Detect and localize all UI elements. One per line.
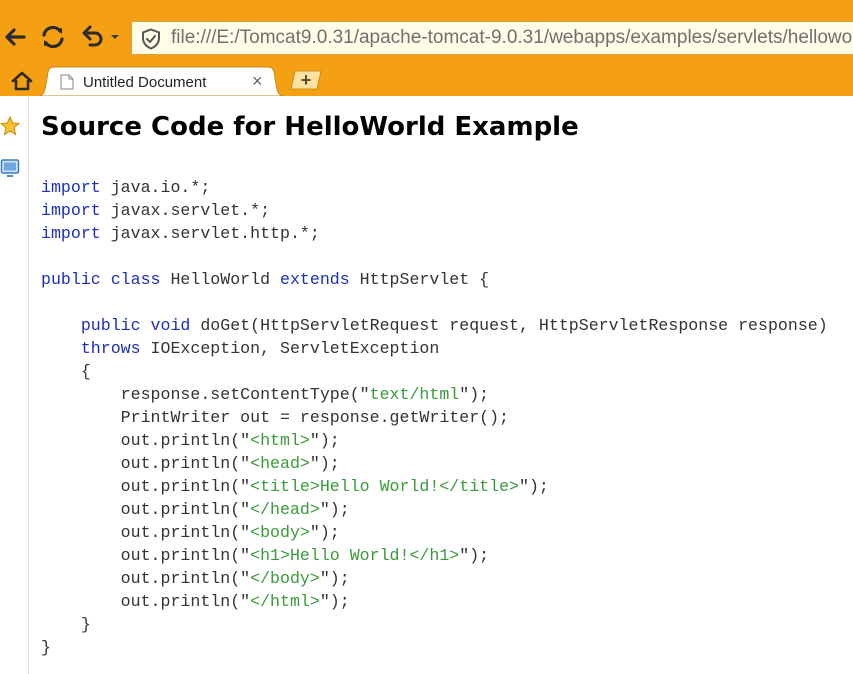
code-text: response.setContentType(" [41,385,370,404]
back-button[interactable] [0,20,30,54]
code-text: "); [319,592,350,611]
code-line: import javax.servlet.http.*; [41,222,828,245]
code-line: import java.io.*; [41,176,828,199]
favorites-button[interactable] [0,115,21,136]
code-text: java.io.*; [100,178,211,197]
code-text: IOException, ServletException [140,339,440,358]
code-text: "); [319,500,350,519]
code-text: javax.servlet.http.*; [100,224,320,243]
code-keyword: public void [80,316,191,335]
code-line: } [41,613,828,636]
code-string: </body> [250,569,320,588]
code-string: <title>Hello World!</title> [250,477,519,496]
code-text: "); [319,569,350,588]
code-string: <h1>Hello World!</h1> [250,546,460,565]
code-string: <body> [250,523,310,542]
code-line: PrintWriter out = response.getWriter(); [41,406,828,429]
code-text: "); [459,385,490,404]
code-text: } [41,615,91,634]
shield-icon[interactable] [141,28,161,50]
left-sidebar [0,96,29,674]
new-tab-button[interactable]: + [290,70,322,90]
code-line: import javax.servlet.*; [41,199,828,222]
plus-icon: + [300,70,312,90]
code-line: out.println("</body>"); [41,567,828,590]
code-text: } [41,638,51,657]
code-line: out.println("<h1>Hello World!</h1>"); [41,544,828,567]
code-text: HelloWorld [160,270,280,289]
code-text: "); [309,523,340,542]
code-keyword: import [41,224,101,243]
code-line: out.println("<title>Hello World!</title>… [41,475,828,498]
code-text: "); [309,454,340,473]
code-line: public void doGet(HttpServletRequest req… [41,314,828,337]
code-line: out.println("</head>"); [41,498,828,521]
chevron-down-icon [111,35,119,39]
code-keyword: throws [80,339,141,358]
code-text: out.println(" [41,523,251,542]
home-icon [11,71,33,91]
code-string: </head> [250,500,320,519]
code-text: doGet(HttpServletRequest request, HttpSe… [190,316,828,335]
code-keyword: public class [41,270,161,289]
code-line: out.println("<body>"); [41,521,828,544]
code-keyword: import [41,178,101,197]
code-line: out.println("</html>"); [41,590,828,613]
code-text: HttpServlet { [349,270,490,289]
code-text: "); [459,546,490,565]
code-line: response.setContentType("text/html"); [41,383,828,406]
code-text: javax.servlet.*; [100,201,271,220]
back-arrow-icon [5,28,26,46]
undo-button[interactable] [78,20,108,54]
code-text: out.println(" [41,592,251,611]
code-text: out.println(" [41,500,251,519]
code-text: "); [309,431,340,450]
reload-button[interactable] [38,20,68,54]
undo-dropdown-button[interactable] [108,20,122,54]
code-text: out.println(" [41,431,251,450]
undo-icon [82,25,103,47]
code-text: "); [519,477,549,496]
code-text: out.println(" [41,477,251,496]
monitor-icon [0,159,20,177]
code-string: <head> [250,454,310,473]
browser-toolbar: file:///E:/Tomcat9.0.31/apache-tomcat-9.… [0,0,853,64]
home-button[interactable] [8,68,36,94]
code-string: </html> [250,592,320,611]
code-keyword: import [41,201,101,220]
code-text: PrintWriter out = response.getWriter(); [41,408,510,427]
code-text: out.println(" [41,546,251,565]
tab-untitled-document[interactable]: Untitled Document × [38,66,284,96]
source-code-block: import java.io.*; import javax.servlet.*;… [41,176,828,659]
page-icon [60,74,74,90]
reload-icon [42,25,64,49]
code-text: out.println(" [41,454,251,473]
code-line: } [41,636,828,659]
sidebar-view-button[interactable] [0,158,20,178]
close-icon[interactable]: × [252,72,263,90]
code-text: { [41,362,91,381]
code-line: { [41,360,828,383]
address-bar[interactable]: file:///E:/Tomcat9.0.31/apache-tomcat-9.… [131,21,853,55]
code-line: throws IOException, ServletException [41,337,828,360]
star-icon [0,115,21,136]
tab-title: Untitled Document [83,74,207,91]
code-string: text/html [369,385,460,404]
code-line: out.println("<head>"); [41,452,828,475]
code-string: <html> [250,431,310,450]
code-text: out.println(" [41,569,251,588]
code-keyword: extends [280,270,350,289]
code-line: public class HelloWorld extends HttpServ… [41,268,828,291]
url-text[interactable]: file:///E:/Tomcat9.0.31/apache-tomcat-9.… [171,27,853,49]
code-line: out.println("<html>"); [41,429,828,452]
page-title: Source Code for HelloWorld Example [41,112,579,142]
